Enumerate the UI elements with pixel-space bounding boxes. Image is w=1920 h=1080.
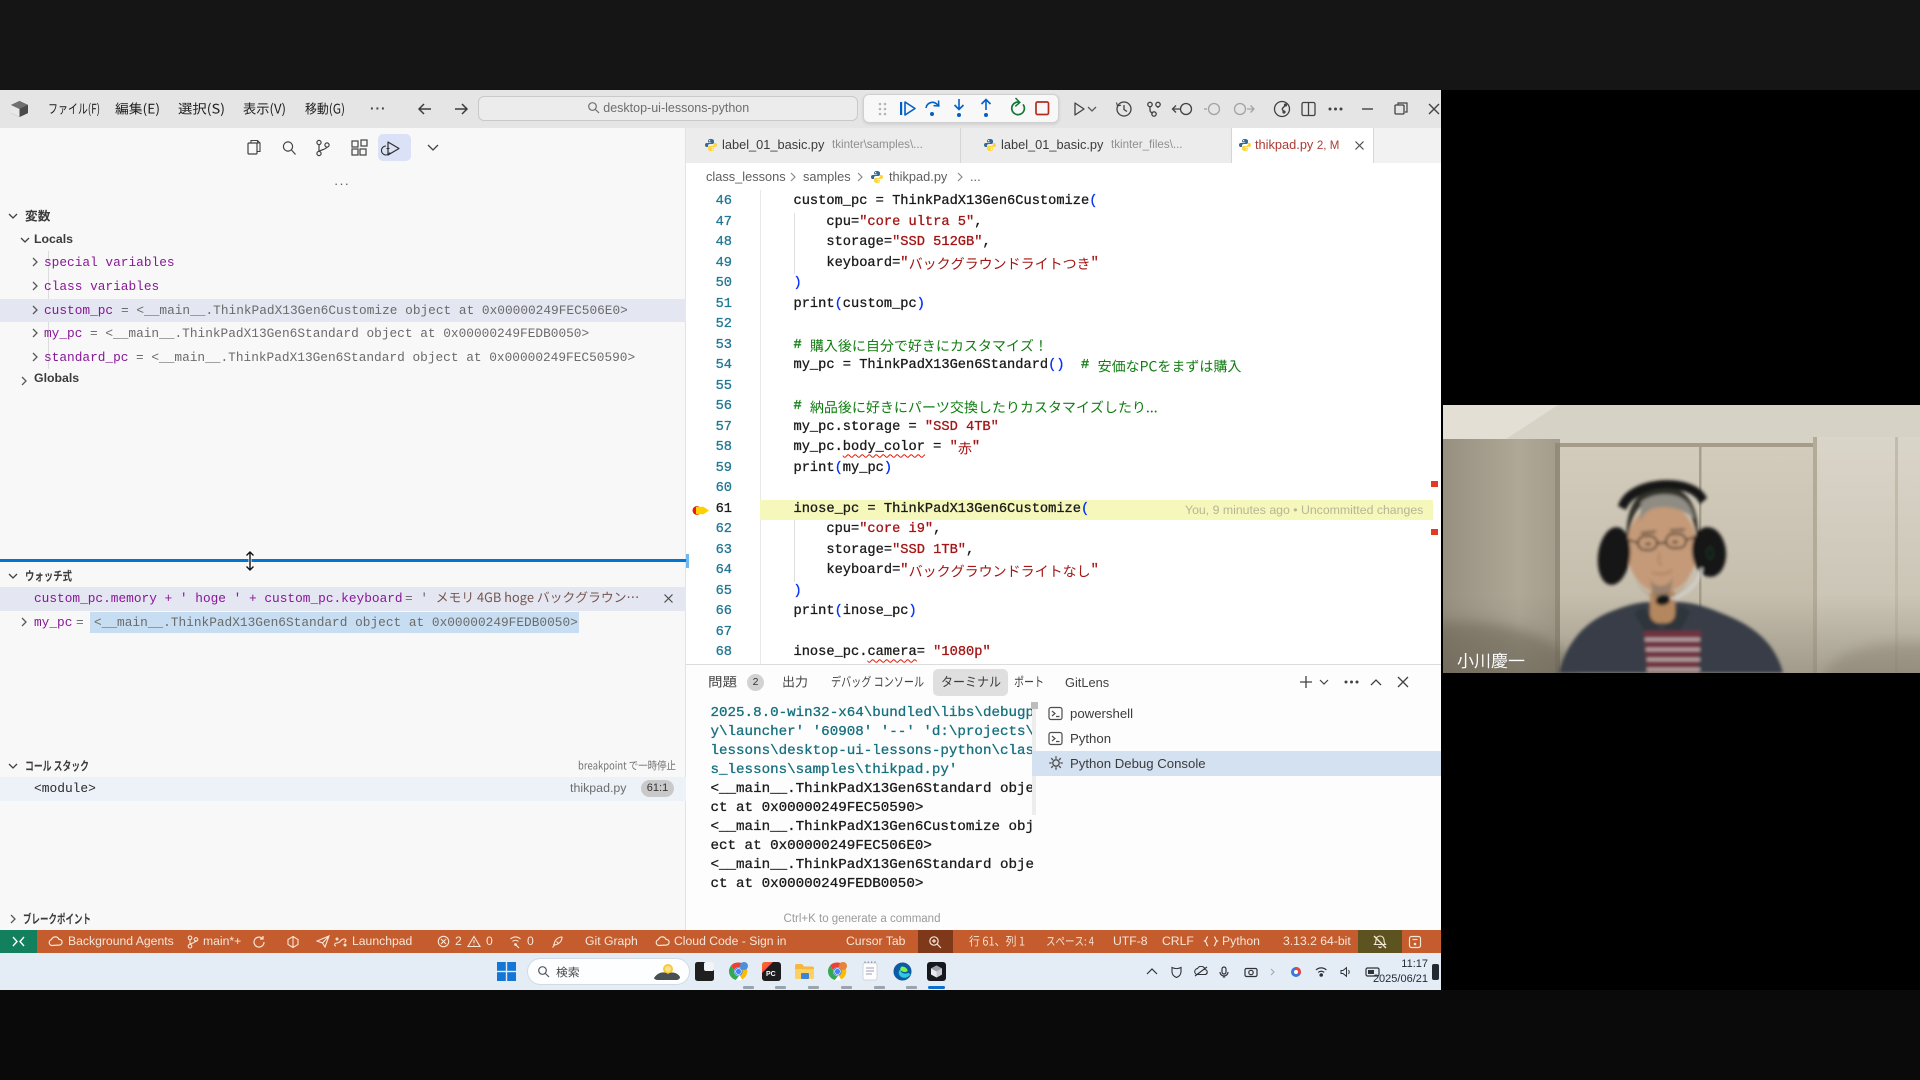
svg-text:PC: PC (766, 971, 776, 978)
